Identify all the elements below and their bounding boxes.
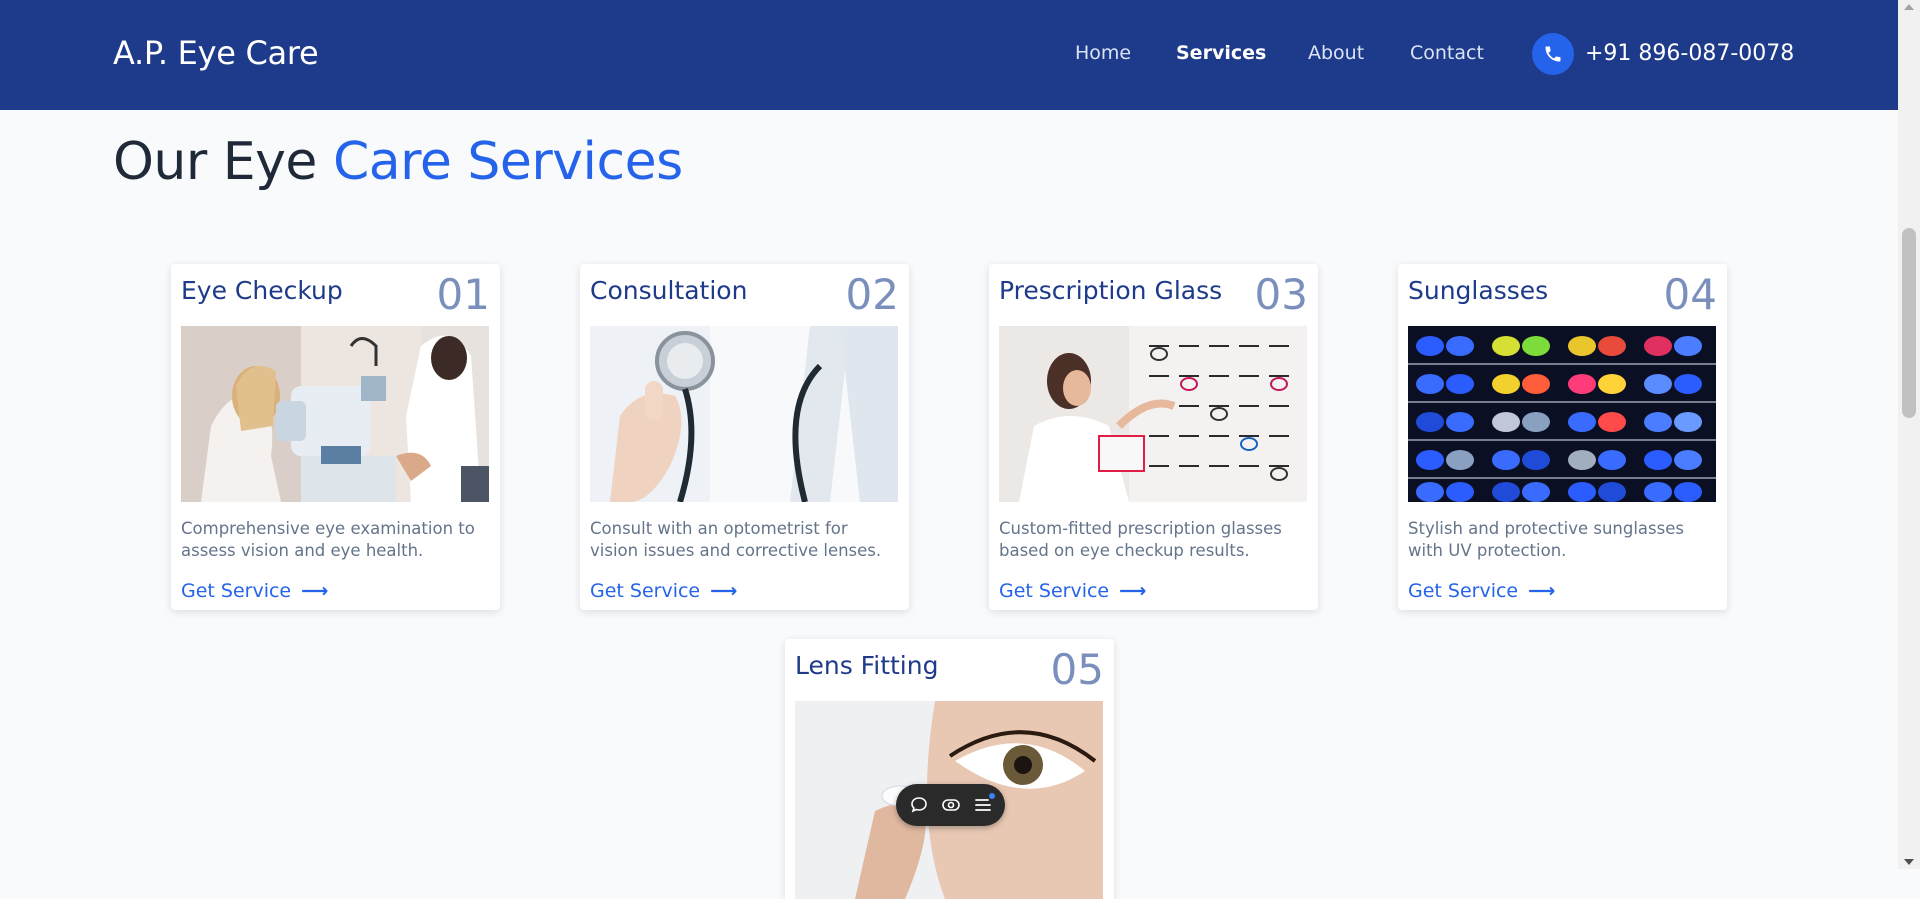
- service-card-prescription-glass: Prescription Glass 03 Custom-fitted pres…: [989, 264, 1318, 610]
- get-service-label: Get Service: [590, 580, 701, 602]
- nav-item-contact[interactable]: Contact: [1410, 42, 1484, 64]
- site-header: A.P. Eye Care Home Services About Contac…: [0, 0, 1898, 110]
- nav-item-about[interactable]: About: [1308, 42, 1364, 64]
- service-card-lens-fitting: Lens Fitting 05: [785, 639, 1114, 899]
- scroll-up-arrow-icon[interactable]: [1904, 4, 1914, 10]
- floating-toolbar: [896, 784, 1005, 826]
- arrow-right-icon: ⟶: [1119, 580, 1147, 602]
- arrow-right-icon: ⟶: [710, 580, 738, 602]
- scroll-down-arrow-icon[interactable]: [1904, 859, 1914, 865]
- card-number: 04: [1663, 270, 1717, 319]
- chat-bubble-icon[interactable]: [909, 795, 929, 815]
- section-title: Our Eye Care Services: [113, 132, 683, 192]
- get-service-link[interactable]: Get Service ⟶: [590, 580, 737, 602]
- card-number: 02: [845, 270, 899, 319]
- eye-toggle-icon[interactable]: [941, 795, 961, 815]
- nav-item-services[interactable]: Services: [1176, 42, 1266, 64]
- card-number: 05: [1050, 645, 1104, 694]
- get-service-label: Get Service: [999, 580, 1110, 602]
- card-title: Consultation: [590, 276, 748, 305]
- stethoscope-image: [590, 326, 898, 502]
- service-card-sunglasses: Sunglasses 04 Stylish and protective sun…: [1398, 264, 1727, 610]
- menu-lines-icon[interactable]: [973, 793, 995, 815]
- get-service-label: Get Service: [1408, 580, 1519, 602]
- page-scrollbar[interactable]: [1898, 0, 1920, 869]
- card-description: Custom-fitted prescription glasses based…: [999, 519, 1282, 560]
- card-title: Prescription Glass: [999, 276, 1223, 305]
- notification-dot: [989, 793, 995, 799]
- sunglasses-display-image: [1408, 326, 1716, 502]
- card-description: Stylish and protective sunglasses with U…: [1408, 519, 1684, 560]
- card-number: 01: [436, 270, 490, 319]
- phone-number-link[interactable]: +91 896-087-0078: [1585, 41, 1794, 66]
- card-description: Consult with an optometrist for vision i…: [590, 519, 882, 560]
- section-title-main: Our Eye: [113, 132, 333, 192]
- card-number: 03: [1254, 270, 1308, 319]
- get-service-label: Get Service: [181, 580, 292, 602]
- arrow-right-icon: ⟶: [1528, 580, 1556, 602]
- card-title: Lens Fitting: [795, 651, 939, 680]
- get-service-link[interactable]: Get Service ⟶: [1408, 580, 1555, 602]
- service-card-eye-checkup: Eye Checkup 01 Comprehensive eye examina…: [171, 264, 500, 610]
- section-title-accent: Care Services: [332, 132, 683, 192]
- get-service-link[interactable]: Get Service ⟶: [999, 580, 1146, 602]
- phone-icon[interactable]: [1532, 33, 1574, 75]
- scrollbar-thumb[interactable]: [1902, 228, 1916, 418]
- arrow-right-icon: ⟶: [301, 580, 329, 602]
- get-service-link[interactable]: Get Service ⟶: [181, 580, 328, 602]
- eye-checkup-image: [181, 326, 489, 502]
- card-title: Sunglasses: [1408, 276, 1549, 305]
- card-description: Comprehensive eye examination to assess …: [181, 519, 475, 560]
- card-title: Eye Checkup: [181, 276, 343, 305]
- eyewear-store-image: [999, 326, 1307, 502]
- nav-item-home[interactable]: Home: [1075, 42, 1131, 64]
- service-card-consultation: Consultation 02 Consult with an optometr…: [580, 264, 909, 610]
